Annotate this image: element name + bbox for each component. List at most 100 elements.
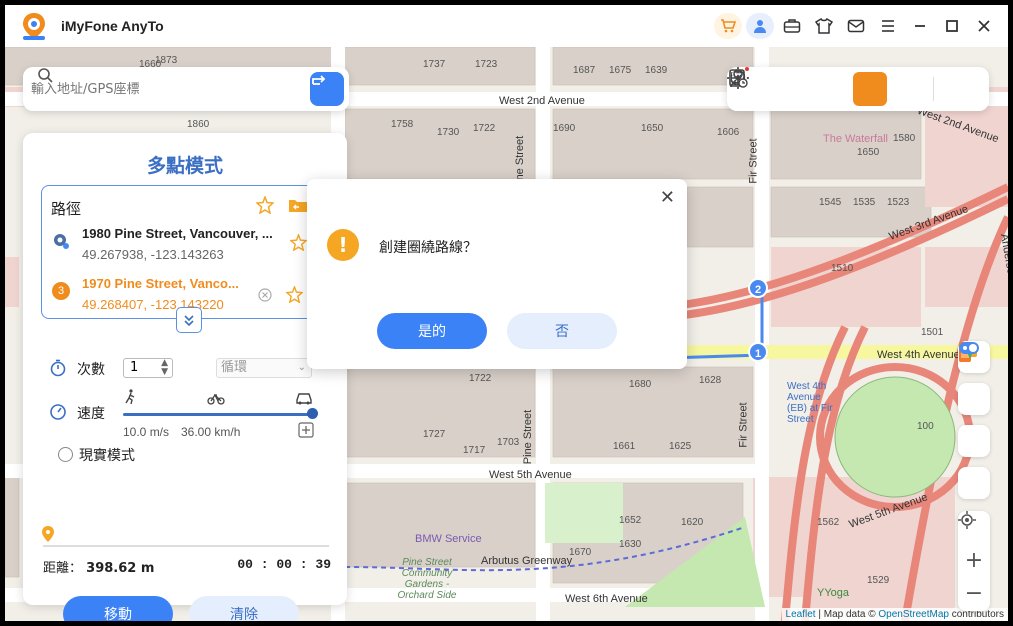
expand-list-button[interactable] [176,307,202,333]
route-heading: 路徑 [51,200,82,218]
address-number: 1529 [867,575,890,586]
stepper-arrows-icon[interactable]: ▲ ▼ [161,359,168,377]
menu-icon[interactable] [874,13,902,39]
speed-slider-handle[interactable] [307,408,318,419]
send-icon[interactable] [958,343,990,457]
close-icon[interactable] [970,13,998,39]
app-title: iMyFone AnyTo [61,18,164,34]
address-number: 1639 [645,65,668,76]
redirect-arrow-icon [312,75,326,85]
realistic-mode-radio[interactable] [58,447,73,462]
dialog-message: 創建圈繞路線？ [379,240,477,256]
user-icon[interactable] [746,13,774,39]
route-marker[interactable]: 2 [748,278,768,298]
street-label: West 6th Avenue [565,593,648,605]
address-number: 1650 [857,147,880,158]
search-icon [38,68,53,83]
loop-label: 循環 [221,360,248,375]
zoom-out-icon[interactable]: − [958,577,990,610]
address-number: 1661 [613,441,636,452]
street-label: Fir Street [737,402,750,448]
favorite-icon[interactable] [286,286,303,303]
multi-spot-panel: 多點模式 路徑 1980 Pine Street, Vancouver, ...… [23,133,347,621]
realistic-mode-label: 現實模式 [79,448,135,464]
address-number: 1737 [423,59,446,70]
maximize-icon[interactable] [938,13,966,39]
route-marker[interactable]: 1 [748,342,768,362]
distance-label: 距離： [43,561,83,576]
title-bar: iMyFone AnyTo [5,5,1008,47]
count-value: 1 [130,360,139,375]
stop-name: 1980 Pine Street, Vancouver, ... [82,226,273,241]
osm-link[interactable]: OpenStreetMap [878,609,949,620]
favorite-route-icon[interactable] [256,196,274,214]
zoom-in-icon[interactable]: + [958,544,990,577]
remove-stop-icon[interactable] [258,288,272,302]
address-number: 1873 [155,55,178,66]
toggle-icon[interactable] [958,342,990,499]
count-stepper[interactable]: 1 ▲ ▼ [123,358,173,378]
folder-import-icon[interactable] [288,197,308,213]
side-toolbar [958,341,990,509]
place-label: Pine Street Community Gardens - Orchard … [397,557,457,601]
cart-icon[interactable] [714,13,742,39]
speed-kmh: 36.00 km/h [181,425,241,439]
address-number: 1680 [629,379,652,390]
history-icon[interactable] [729,67,974,106]
app-logo-icon [21,12,47,40]
loop-select[interactable]: 循環 ⌄ [216,358,312,378]
close-icon[interactable]: ✕ [660,187,675,208]
move-button[interactable]: 移動 [63,596,173,621]
street-label: West 4th Avenue [877,349,960,361]
address-number: 1630 [619,539,642,550]
jump-teleport-icon[interactable] [730,69,927,106]
two-spot-mode-icon[interactable] [731,69,847,106]
street-label: West 5th Avenue [489,469,572,481]
minimize-icon[interactable] [906,13,934,39]
address-number: 1687 [573,65,596,76]
add-speed-icon[interactable] [298,422,314,438]
app-window: iMyFone AnyTo West 2nd Avenue West 3rd A… [0,0,1013,626]
address-number: 1580 [893,133,916,144]
briefcase-icon[interactable] [778,13,806,39]
mail-icon[interactable] [842,13,870,39]
address-number: 1722 [473,123,496,134]
street-label: Pine Street [522,409,535,465]
double-chevron-down-icon [184,315,194,327]
multi-spot-mode-icon[interactable] [729,69,887,106]
search-input[interactable] [31,81,261,97]
no-button[interactable]: 否 [507,313,617,349]
walk-icon[interactable] [123,389,137,405]
address-number: 1620 [681,517,704,528]
address-number: 1730 [437,127,460,138]
address-number: 1703 [497,437,520,448]
speedometer-icon [50,404,66,420]
bike-icon[interactable] [207,391,225,405]
count-label: 次數 [77,362,105,378]
favorite-icon[interactable] [290,234,307,251]
address-number: 100 [917,421,934,432]
address-number: 1690 [553,123,576,134]
tshirt-icon[interactable] [810,13,838,39]
timer-icon [50,359,66,377]
place-label: The Waterfall [823,133,889,145]
address-number: 1523 [887,197,910,208]
stop-index: 3 [52,282,70,300]
locate-icon[interactable] [958,511,990,544]
phone-icon[interactable] [958,342,990,415]
car-icon[interactable] [295,391,313,405]
clear-button[interactable]: 清除 [189,596,299,621]
distance-readout: 距離： 398.62 m [43,557,154,576]
speed-slider-track[interactable] [123,413,311,416]
address-number: 1722 [469,373,492,384]
location-pin-icon [42,526,54,542]
address-number: 1606 [717,127,740,138]
yes-button[interactable]: 是的 [377,313,487,349]
joystick-mode-icon[interactable] [727,67,807,106]
stop-name: 1970 Pine Street, Vanco... [82,276,239,291]
leaflet-link[interactable]: Leaflet [786,609,816,620]
address-number: 1650 [641,123,664,134]
address-number: 1625 [669,441,692,452]
go-button[interactable] [310,72,344,106]
address-number: 1628 [699,375,722,386]
